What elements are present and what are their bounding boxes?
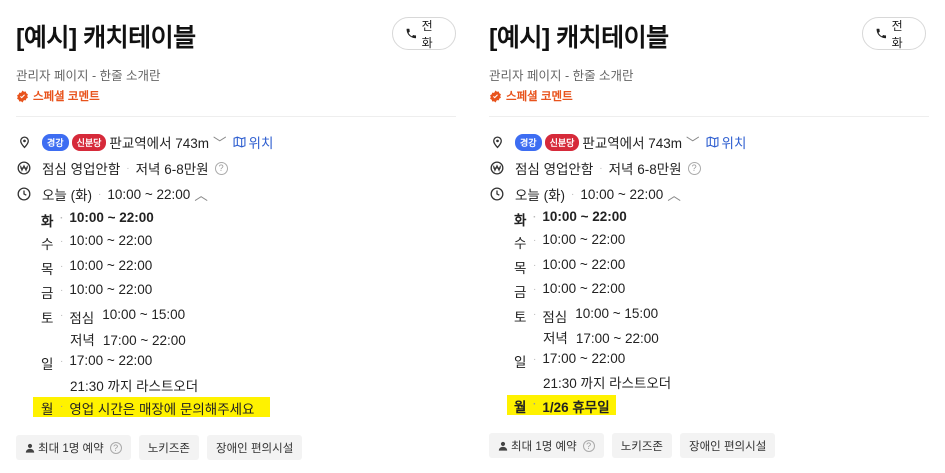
clock-icon: [489, 186, 505, 202]
day-row-thu: 목 · 10:00 ~ 22:00: [41, 258, 153, 277]
clock-icon: [16, 186, 32, 202]
verified-badge-icon: [17, 90, 28, 102]
chip-max-reservation[interactable]: 최대 1명 예약 ?: [489, 433, 604, 458]
day-row-sat: 토 · 점심 10:00 ~ 15:00: [41, 307, 186, 326]
line-tag-gyeonggang: 경강: [515, 133, 542, 151]
location-row: 경강 신분당 판교역에서 743m ﹀ 위치: [489, 132, 746, 152]
price-row: 점심 영업안함 · 저녁 6-8만원 ?: [489, 158, 701, 178]
distance-text: 판교역에서 743m: [109, 136, 210, 151]
day-row-sun-note: 21:30 까지 라스트오더: [70, 379, 199, 394]
call-label: 전화: [891, 18, 903, 50]
price-row: 점심 영업안함 · 저녁 6-8만원 ?: [16, 158, 228, 178]
special-comment[interactable]: 스페셜 코멘트: [489, 88, 573, 104]
special-comment-label: 스페셜 코멘트: [506, 91, 573, 103]
intro-line: 관리자 페이지 - 한줄 소개란: [16, 69, 161, 83]
day-row-fri: 금 · 10:00 ~ 22:00: [41, 282, 153, 301]
chevron-up-icon[interactable]: ︿: [667, 184, 681, 204]
line-tag-gyeonggang: 경강: [42, 133, 69, 151]
line-tag-sinbundang: 신분당: [71, 133, 107, 151]
chevron-up-icon[interactable]: ︿: [194, 184, 208, 204]
lunch-status: 점심 영업안함: [42, 162, 121, 177]
call-label: 전화: [421, 18, 433, 50]
help-icon[interactable]: ?: [109, 441, 122, 454]
divider: [489, 116, 929, 117]
today-hours: 10:00 ~ 22:00: [580, 186, 664, 202]
feature-chips: 최대 1명 예약 ? 노키즈존 장애인 편의시설: [489, 433, 783, 458]
dinner-price: 저녁 6-8만원: [608, 162, 682, 177]
day-row-sat-dinner: 저녁 17:00 ~ 22:00: [70, 333, 186, 348]
day-row-sun: 일 · 17:00 ~ 22:00: [514, 351, 626, 370]
map-icon: [706, 136, 718, 148]
day-row-tue: 화 · 10:00 ~ 22:00: [41, 210, 154, 229]
person-icon: [498, 441, 508, 451]
intro-line: 관리자 페이지 - 한줄 소개란: [489, 69, 634, 83]
day-row-thu: 목 · 10:00 ~ 22:00: [514, 257, 626, 276]
restaurant-panel-right: [예시] 캐치테이블 전화 관리자 페이지 - 한줄 소개란 스페셜 코멘트 경…: [489, 0, 929, 473]
map-link-label: 위치: [248, 136, 274, 151]
day-row-wed: 수 · 10:00 ~ 22:00: [41, 233, 153, 252]
day-row-tue: 화 · 10:00 ~ 22:00: [514, 209, 627, 228]
today-label: 오늘 (화): [42, 188, 93, 203]
chip-no-kids[interactable]: 노키즈존: [138, 435, 200, 460]
chip-accessibility[interactable]: 장애인 편의시설: [680, 433, 776, 458]
chip-max-reservation[interactable]: 최대 1명 예약 ?: [16, 435, 131, 460]
line-tag-sinbundang: 신분당: [544, 133, 580, 151]
feature-chips: 최대 1명 예약 ? 노키즈존 장애인 편의시설: [16, 435, 310, 460]
today-label: 오늘 (화): [515, 188, 566, 203]
chevron-down-icon[interactable]: ﹀: [686, 132, 700, 152]
special-comment-label: 스페셜 코멘트: [33, 91, 100, 103]
location-pin-icon: [16, 134, 32, 150]
won-icon: [489, 160, 505, 176]
day-row-sun: 일 · 17:00 ~ 22:00: [41, 353, 153, 372]
chevron-down-icon[interactable]: ﹀: [213, 132, 227, 152]
restaurant-panel-left: [예시] 캐치테이블 전화 관리자 페이지 - 한줄 소개란 스페셜 코멘트 경…: [16, 0, 456, 473]
location-row: 경강 신분당 판교역에서 743m ﹀ 위치: [16, 132, 273, 152]
dinner-price: 저녁 6-8만원: [135, 162, 209, 177]
help-icon[interactable]: ?: [582, 439, 595, 452]
help-icon[interactable]: ?: [687, 161, 701, 175]
today-hours: 10:00 ~ 22:00: [107, 186, 191, 202]
call-button[interactable]: 전화: [392, 17, 456, 50]
help-icon[interactable]: ?: [214, 161, 228, 175]
restaurant-title: [예시] 캐치테이블: [489, 24, 669, 52]
won-icon: [16, 160, 32, 176]
map-icon: [233, 136, 245, 148]
verified-badge-icon: [490, 90, 501, 102]
phone-icon: [406, 28, 417, 39]
restaurant-title: [예시] 캐치테이블: [16, 24, 196, 52]
person-icon: [25, 443, 35, 453]
day-row-sun-note: 21:30 까지 라스트오더: [543, 376, 672, 391]
chip-no-kids[interactable]: 노키즈존: [611, 433, 673, 458]
location-pin-icon: [489, 134, 505, 150]
page: [예시] 캐치테이블 전화 관리자 페이지 - 한줄 소개란 스페셜 코멘트 경…: [0, 0, 945, 473]
special-comment[interactable]: 스페셜 코멘트: [16, 88, 100, 104]
chip-accessibility[interactable]: 장애인 편의시설: [207, 435, 303, 460]
hours-row[interactable]: 오늘 (화) · 10:00 ~ 22:00 ︿: [489, 184, 681, 204]
hours-row[interactable]: 오늘 (화) · 10:00 ~ 22:00 ︿: [16, 184, 208, 204]
day-row-mon: 월 · 영업 시간은 매장에 문의해주세요: [41, 401, 255, 417]
map-link[interactable]: 위치: [233, 132, 274, 152]
map-link[interactable]: 위치: [706, 132, 747, 152]
day-row-fri: 금 · 10:00 ~ 22:00: [514, 281, 626, 300]
day-row-sat-dinner: 저녁 17:00 ~ 22:00: [543, 331, 659, 346]
call-button[interactable]: 전화: [862, 17, 926, 50]
lunch-status: 점심 영업안함: [515, 162, 594, 177]
day-row-wed: 수 · 10:00 ~ 22:00: [514, 232, 626, 251]
divider: [16, 116, 456, 117]
map-link-label: 위치: [721, 136, 747, 151]
phone-icon: [876, 28, 887, 39]
day-row-sat: 토 · 점심 10:00 ~ 15:00: [514, 306, 659, 325]
distance-text: 판교역에서 743m: [582, 136, 683, 151]
day-row-mon: 월 · 1/26 휴무일: [514, 399, 610, 415]
